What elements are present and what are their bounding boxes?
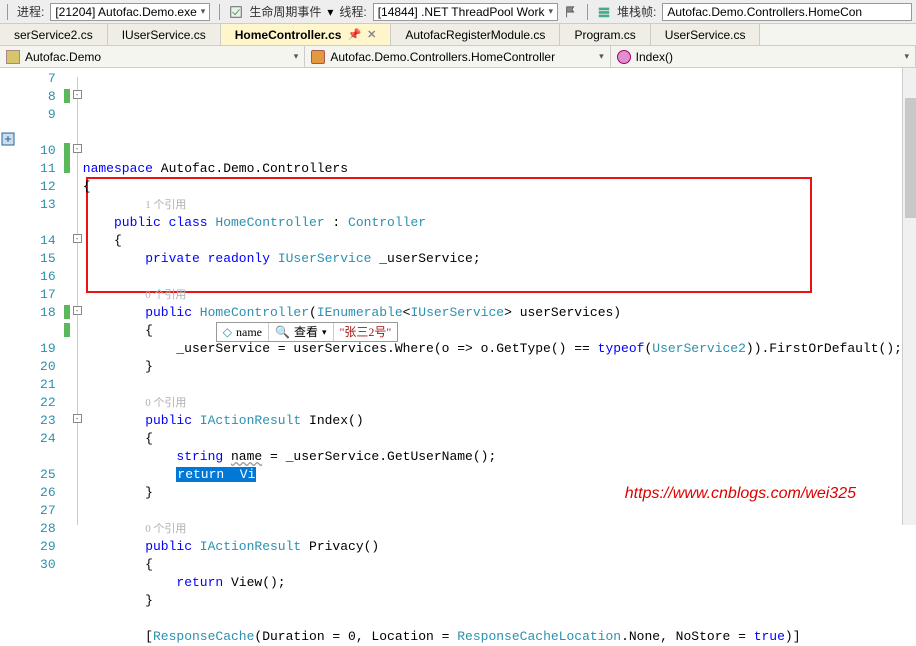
tab-spacer xyxy=(760,24,916,45)
margin-indicator xyxy=(0,68,14,525)
tab-program[interactable]: Program.cs xyxy=(560,24,650,45)
class-selector[interactable]: Autofac.Demo.Controllers.HomeController▾ xyxy=(305,46,610,67)
lifecycle-dropdown[interactable]: ▾ xyxy=(327,5,333,19)
thread-selector[interactable]: [14844] .NET ThreadPool Work▾ xyxy=(373,3,558,21)
fold-toggle[interactable]: - xyxy=(73,414,82,423)
editor-tabs: serService2.cs IUserService.cs HomeContr… xyxy=(0,24,916,46)
close-icon[interactable]: ✕ xyxy=(367,28,376,41)
tab-userservice2[interactable]: serService2.cs xyxy=(0,24,108,45)
lifecycle-label: 生命周期事件 xyxy=(249,3,321,20)
fold-toggle[interactable]: - xyxy=(73,306,82,315)
process-label: 进程: xyxy=(17,3,44,20)
csharp-icon xyxy=(6,50,20,64)
vertical-scrollbar[interactable] xyxy=(902,68,916,525)
thread-label: 线程: xyxy=(339,3,366,20)
fold-toggle[interactable]: - xyxy=(73,234,82,243)
separator xyxy=(587,4,588,20)
code-navbar: Autofac.Demo▾ Autofac.Demo.Controllers.H… xyxy=(0,46,916,68)
process-selector[interactable]: [21204] Autofac.Demo.exe▾ xyxy=(50,3,210,21)
code-editor[interactable]: 7891011121314151617181920212223242526272… xyxy=(0,68,916,525)
pin-icon[interactable]: 📌 xyxy=(347,28,361,41)
change-marks xyxy=(64,68,71,525)
project-selector[interactable]: Autofac.Demo▾ xyxy=(0,46,305,67)
stackframe-selector[interactable]: Autofac.Demo.Controllers.HomeCon xyxy=(662,3,912,21)
member-selector[interactable]: Index()▾ xyxy=(611,46,916,67)
code-area[interactable]: ◇name 🔍查看▾ "张三2号" namespace Autofac.Demo… xyxy=(83,68,902,525)
tab-iuserservice[interactable]: IUserService.cs xyxy=(108,24,221,45)
flag-icon[interactable] xyxy=(564,5,578,19)
toggle-icon[interactable] xyxy=(1,132,15,146)
class-icon xyxy=(311,50,325,64)
watermark: https://www.cnblogs.com/wei325 xyxy=(625,485,856,503)
scrollbar-thumb[interactable] xyxy=(905,98,916,218)
fold-toggle[interactable]: - xyxy=(73,90,82,99)
tab-homecontroller[interactable]: HomeController.cs📌✕ xyxy=(221,24,392,45)
debug-toolbar: 进程: [21204] Autofac.Demo.exe▾ 生命周期事件 ▾ 线… xyxy=(0,0,916,24)
separator xyxy=(7,4,8,20)
stackframe-label: 堆栈帧: xyxy=(617,3,656,20)
stack-icon[interactable] xyxy=(597,5,611,19)
line-numbers: 7891011121314151617181920212223242526272… xyxy=(14,68,64,525)
method-icon xyxy=(617,50,631,64)
fold-column: - - - - - xyxy=(71,68,83,525)
tab-autofacregistermodule[interactable]: AutofacRegisterModule.cs xyxy=(391,24,560,45)
lifecycle-icon[interactable] xyxy=(229,5,243,19)
fold-toggle[interactable]: - xyxy=(73,144,82,153)
separator xyxy=(219,4,220,20)
tab-userservice[interactable]: UserService.cs xyxy=(651,24,761,45)
